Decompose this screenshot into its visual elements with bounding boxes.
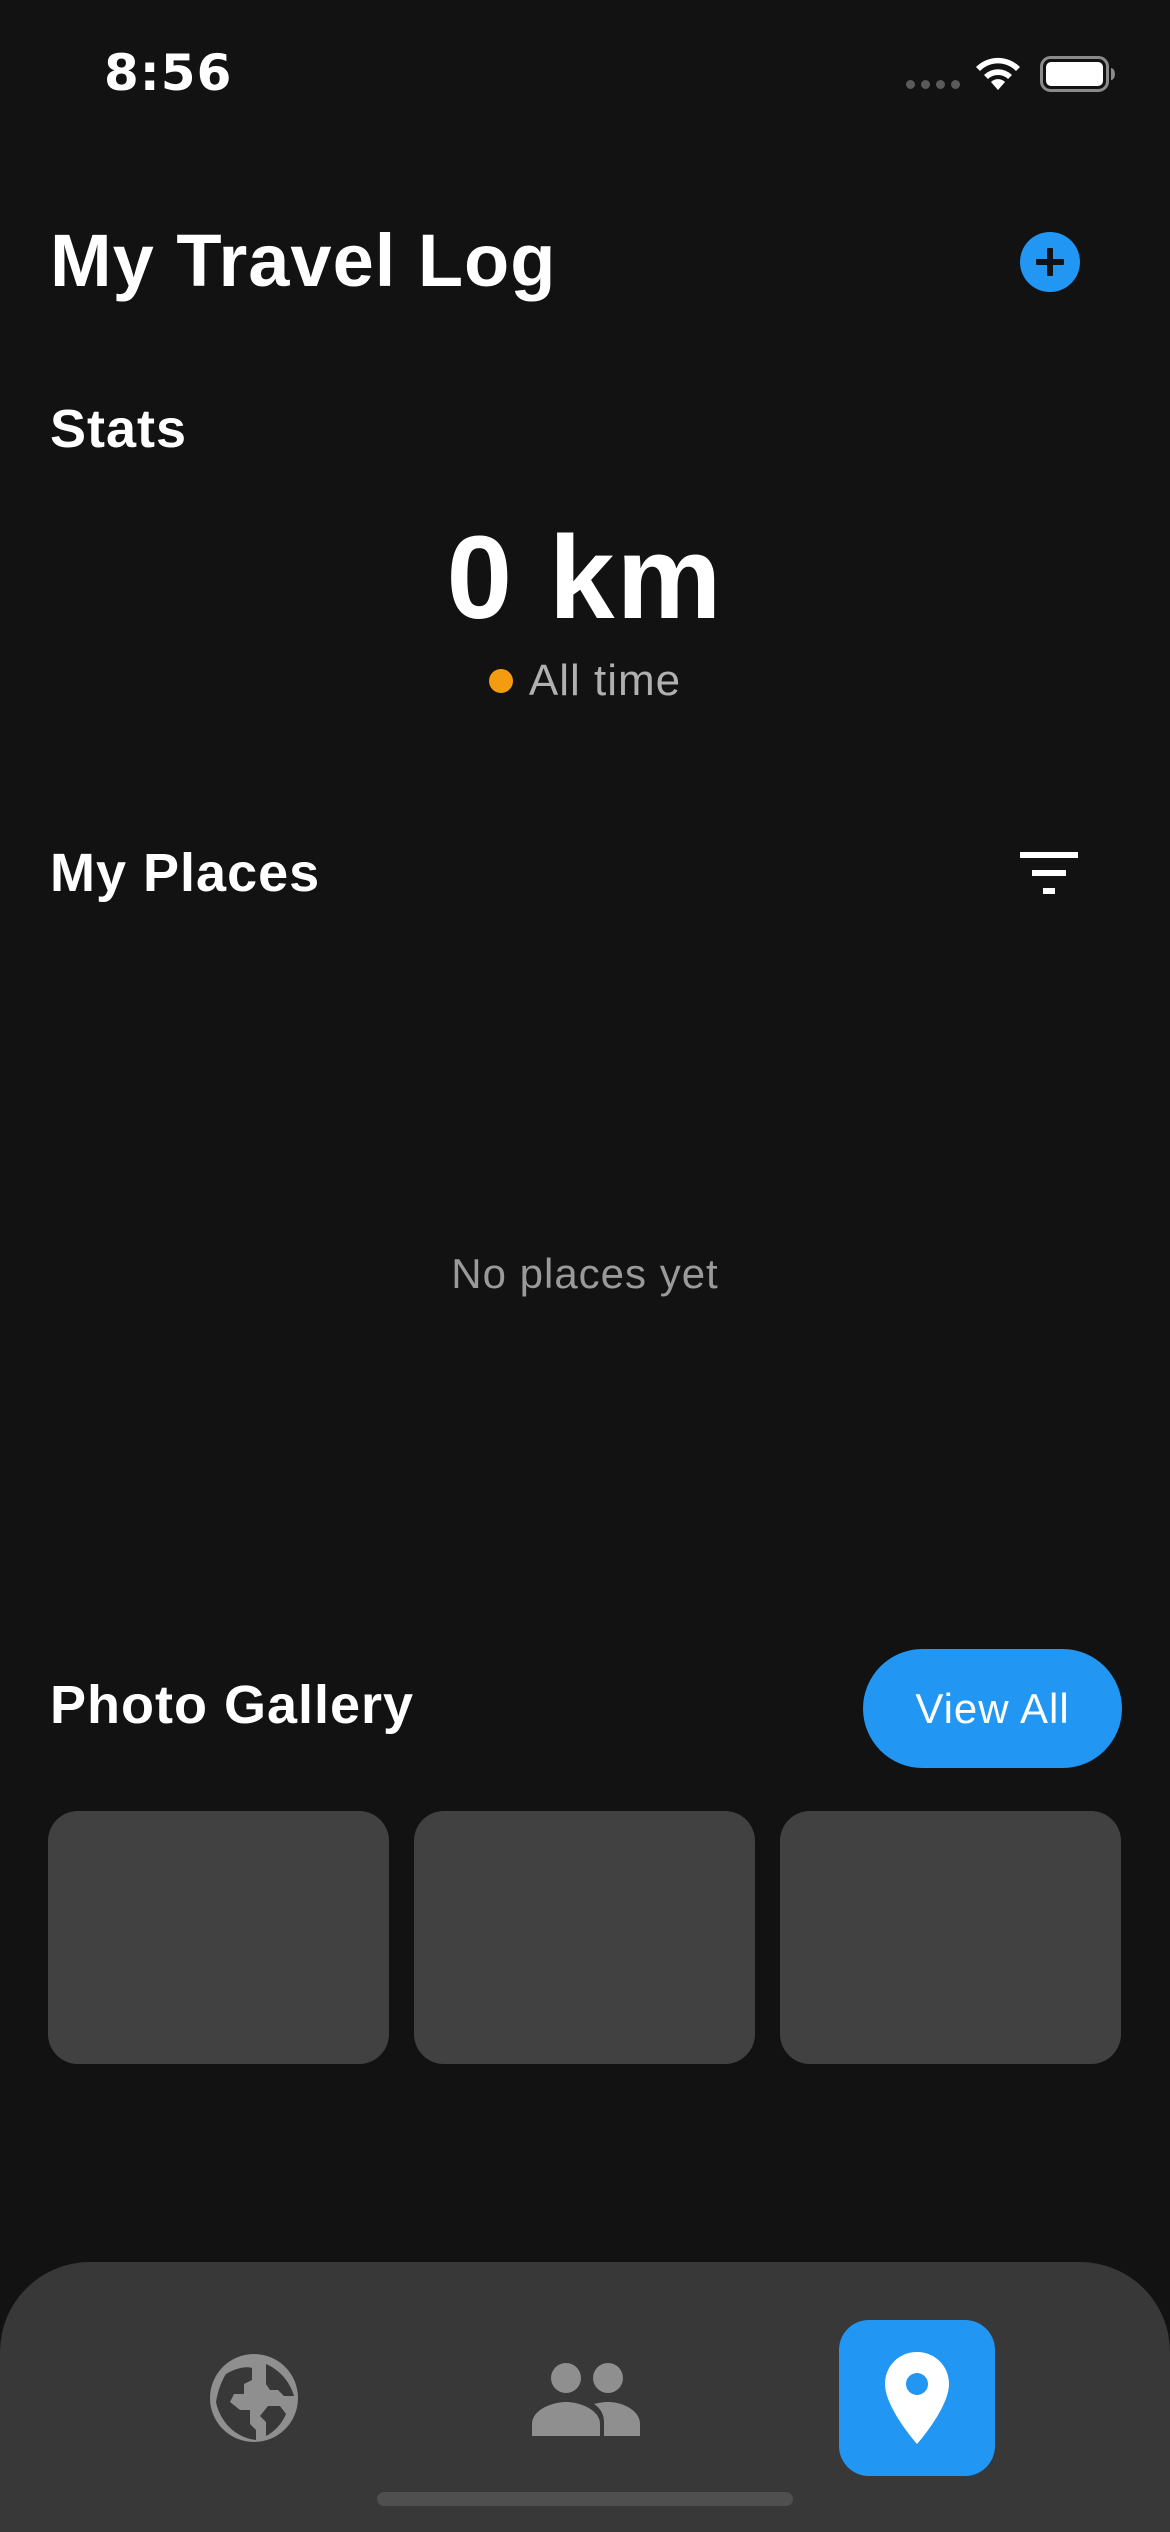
photo-tile[interactable] <box>48 1811 389 2064</box>
cellular-signal-icon <box>906 80 960 89</box>
period-indicator-dot <box>488 669 513 693</box>
status-time: 8:56 <box>104 44 233 102</box>
battery-icon <box>1040 56 1115 92</box>
photo-tile[interactable] <box>414 1811 755 2064</box>
view-all-button[interactable]: View All <box>863 1649 1122 1768</box>
photo-gallery-row <box>48 1811 1121 2064</box>
status-bar: 8:56 <box>0 0 1170 150</box>
bottom-navigation <box>0 2262 1170 2532</box>
stats-period: All time <box>0 656 1170 706</box>
stats-section-title: Stats <box>50 399 188 459</box>
add-place-button[interactable] <box>1020 232 1080 292</box>
total-distance-value: 0 km <box>446 512 724 644</box>
filter-icon[interactable] <box>1020 852 1078 896</box>
app-screen: 8:56 My Travel Log Stats 0 km All time M… <box>0 0 1170 2532</box>
places-empty-message: No places yet <box>451 1250 719 1297</box>
wifi-icon <box>976 57 1020 90</box>
gallery-section-title: Photo Gallery <box>50 1675 415 1735</box>
places-section-title: My Places <box>50 843 321 903</box>
globe-icon[interactable] <box>206 2350 302 2446</box>
location-pin-icon <box>885 2352 949 2444</box>
plus-icon <box>1036 248 1064 276</box>
photo-tile[interactable] <box>780 1811 1121 2064</box>
people-icon[interactable] <box>532 2360 640 2436</box>
page-title: My Travel Log <box>50 219 557 302</box>
nav-places-tab[interactable] <box>839 2320 995 2476</box>
period-label: All time <box>528 656 682 705</box>
home-indicator <box>377 2492 793 2506</box>
